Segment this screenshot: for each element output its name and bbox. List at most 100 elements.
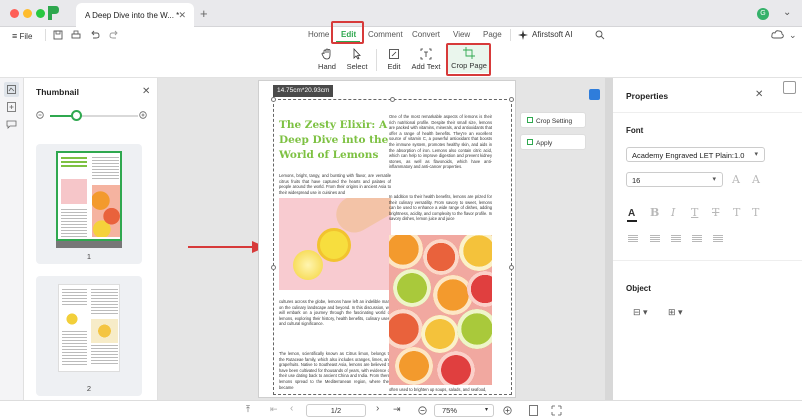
tab-page[interactable]: Page [483, 30, 502, 39]
toolbar-divider [510, 29, 511, 41]
cloud-upload-icon[interactable] [771, 29, 784, 40]
file-menu[interactable]: ≡ File [12, 31, 32, 41]
align-center-icon[interactable] [650, 235, 660, 242]
comment-panel-icon[interactable] [6, 120, 17, 129]
zoom-out-icon[interactable] [418, 406, 428, 416]
align-right-icon[interactable] [671, 235, 681, 242]
distribute-objects-icon[interactable]: ⊞ ▾ [668, 307, 683, 318]
toolbar-divider [376, 49, 377, 71]
font-family-select[interactable]: Academy Engraved LET Plain:1.0 ▾ [626, 147, 765, 162]
tab-convert[interactable]: Convert [412, 30, 440, 39]
underline-icon[interactable]: T [691, 206, 698, 219]
thumb-text-block [92, 157, 119, 181]
thumbnail-panel-button[interactable] [4, 82, 19, 97]
text-color-icon[interactable]: A [628, 208, 635, 219]
italic-icon[interactable]: I [671, 206, 675, 219]
last-page-icon[interactable]: ⇥ [393, 404, 401, 415]
thumb-text-block [62, 331, 87, 365]
crop-setting-label: Crop Setting [536, 118, 573, 125]
crop-dimension-badge: 14.75cm*20.93cm [273, 85, 334, 97]
red-arrow-annotation [188, 241, 266, 253]
print-icon[interactable] [71, 30, 81, 40]
tab-comment[interactable]: Comment [368, 30, 403, 39]
maximize-window-button[interactable] [36, 9, 45, 18]
subscript-icon[interactable]: T [752, 206, 759, 219]
close-window-button[interactable] [10, 9, 19, 18]
zoom-in-icon[interactable] [503, 406, 513, 416]
next-page-icon[interactable]: › [376, 403, 379, 414]
toolbar-chevron-down-icon[interactable]: ⌄ [789, 30, 797, 41]
crop-handle-right[interactable] [509, 265, 514, 270]
font-size-select[interactable]: 16 ▾ [626, 172, 723, 187]
fit-width-icon[interactable] [551, 405, 562, 416]
bold-icon[interactable]: B [650, 206, 659, 219]
edit-tab-highlight [331, 21, 364, 44]
crop-handle-top-right[interactable] [509, 97, 514, 102]
thumb-image-citrus [92, 185, 120, 237]
tab-home[interactable]: Home [308, 30, 329, 39]
ai-assistant-button[interactable]: Afirstsoft AI [532, 30, 572, 39]
left-icon-strip [0, 78, 24, 408]
crop-handle-top-left[interactable] [271, 97, 276, 102]
thumb-image-lemon-cut [91, 319, 118, 343]
ai-sparkle-icon [518, 30, 528, 40]
add-text-button[interactable]: Add Text [410, 48, 442, 71]
increase-font-size-icon[interactable]: A [732, 173, 740, 186]
vertical-scrollbar[interactable] [605, 78, 613, 401]
thumbnail-page-2[interactable]: 2 [36, 276, 142, 396]
crop-handle-left[interactable] [271, 265, 276, 270]
search-icon[interactable] [595, 30, 605, 40]
superscript-icon[interactable]: T [733, 206, 740, 219]
bottom-status-bar: ⤒ ⇤ ‹ 1/2 › ⇥ 75% ▾ [0, 400, 802, 420]
strikethrough-icon[interactable]: T [712, 206, 719, 219]
side-panel-toggle-icon[interactable] [783, 81, 796, 94]
apply-crop-button[interactable]: Apply [520, 134, 586, 150]
align-objects-icon[interactable]: ⊟ ▾ [633, 307, 648, 318]
line-spacing-icon[interactable] [713, 235, 723, 242]
single-page-view-icon[interactable] [529, 405, 538, 416]
page-number-input[interactable]: 1/2 [306, 404, 366, 417]
minimize-window-button[interactable] [23, 9, 32, 18]
document-tab[interactable]: A Deep Dive into the W... * ✕ [76, 3, 194, 27]
align-left-icon[interactable] [628, 235, 638, 242]
select-tool-button[interactable]: Select [345, 48, 369, 71]
previous-page-icon[interactable]: ‹ [290, 403, 293, 414]
hand-tool-button[interactable]: Hand [315, 48, 339, 71]
zoom-out-icon[interactable] [36, 111, 45, 120]
thumbnail-panel: Thumbnail ✕ 1 2 [24, 78, 158, 408]
tab-view[interactable]: View [453, 30, 470, 39]
thumbnail-zoom-slider[interactable] [50, 115, 138, 117]
close-panel-icon[interactable]: ✕ [142, 86, 150, 97]
chevron-down-icon[interactable]: ⌄ [783, 7, 791, 18]
first-page-icon[interactable]: ⇤ [270, 404, 278, 415]
crop-page-highlight [446, 43, 491, 76]
hand-tool-label: Hand [318, 62, 336, 71]
chevron-down-icon: ▾ [712, 176, 716, 183]
align-justify-icon[interactable] [692, 235, 702, 242]
zoom-level-select[interactable]: 75% ▾ [434, 404, 494, 417]
zoom-in-icon[interactable] [139, 111, 148, 120]
crop-selection-box[interactable] [273, 99, 512, 395]
thumb-text-block [62, 289, 87, 307]
edit-tool-button[interactable]: Edit [384, 48, 404, 71]
thumbnail-zoom-handle[interactable] [71, 110, 83, 121]
save-icon[interactable] [53, 30, 63, 40]
font-section-title: Font [626, 126, 644, 135]
thumb-text-block [61, 209, 87, 237]
new-tab-button[interactable]: + [200, 6, 208, 21]
decrease-font-size-icon[interactable]: A [752, 173, 760, 186]
fit-page-icon[interactable]: ⤒ [246, 404, 250, 415]
title-bar: A Deep Dive into the W... * ✕ + G ⌄ [0, 0, 802, 27]
redo-icon[interactable] [109, 30, 119, 40]
bookmark-icon[interactable] [7, 102, 16, 112]
translate-icon[interactable] [589, 89, 600, 100]
crop-setting-button[interactable]: Crop Setting [520, 112, 586, 128]
thumbnail-page-1[interactable]: 1 [36, 144, 142, 264]
close-properties-icon[interactable]: ✕ [755, 89, 763, 100]
main-toolbar: ≡ File Home Edit Comment Convert View Pa… [0, 21, 802, 78]
undo-icon[interactable] [90, 30, 100, 40]
crop-handle-top[interactable] [390, 97, 395, 102]
close-tab-icon[interactable]: ✕ [178, 10, 186, 21]
user-avatar[interactable]: G [757, 8, 769, 20]
thumbnail-page-1-preview [56, 151, 122, 241]
